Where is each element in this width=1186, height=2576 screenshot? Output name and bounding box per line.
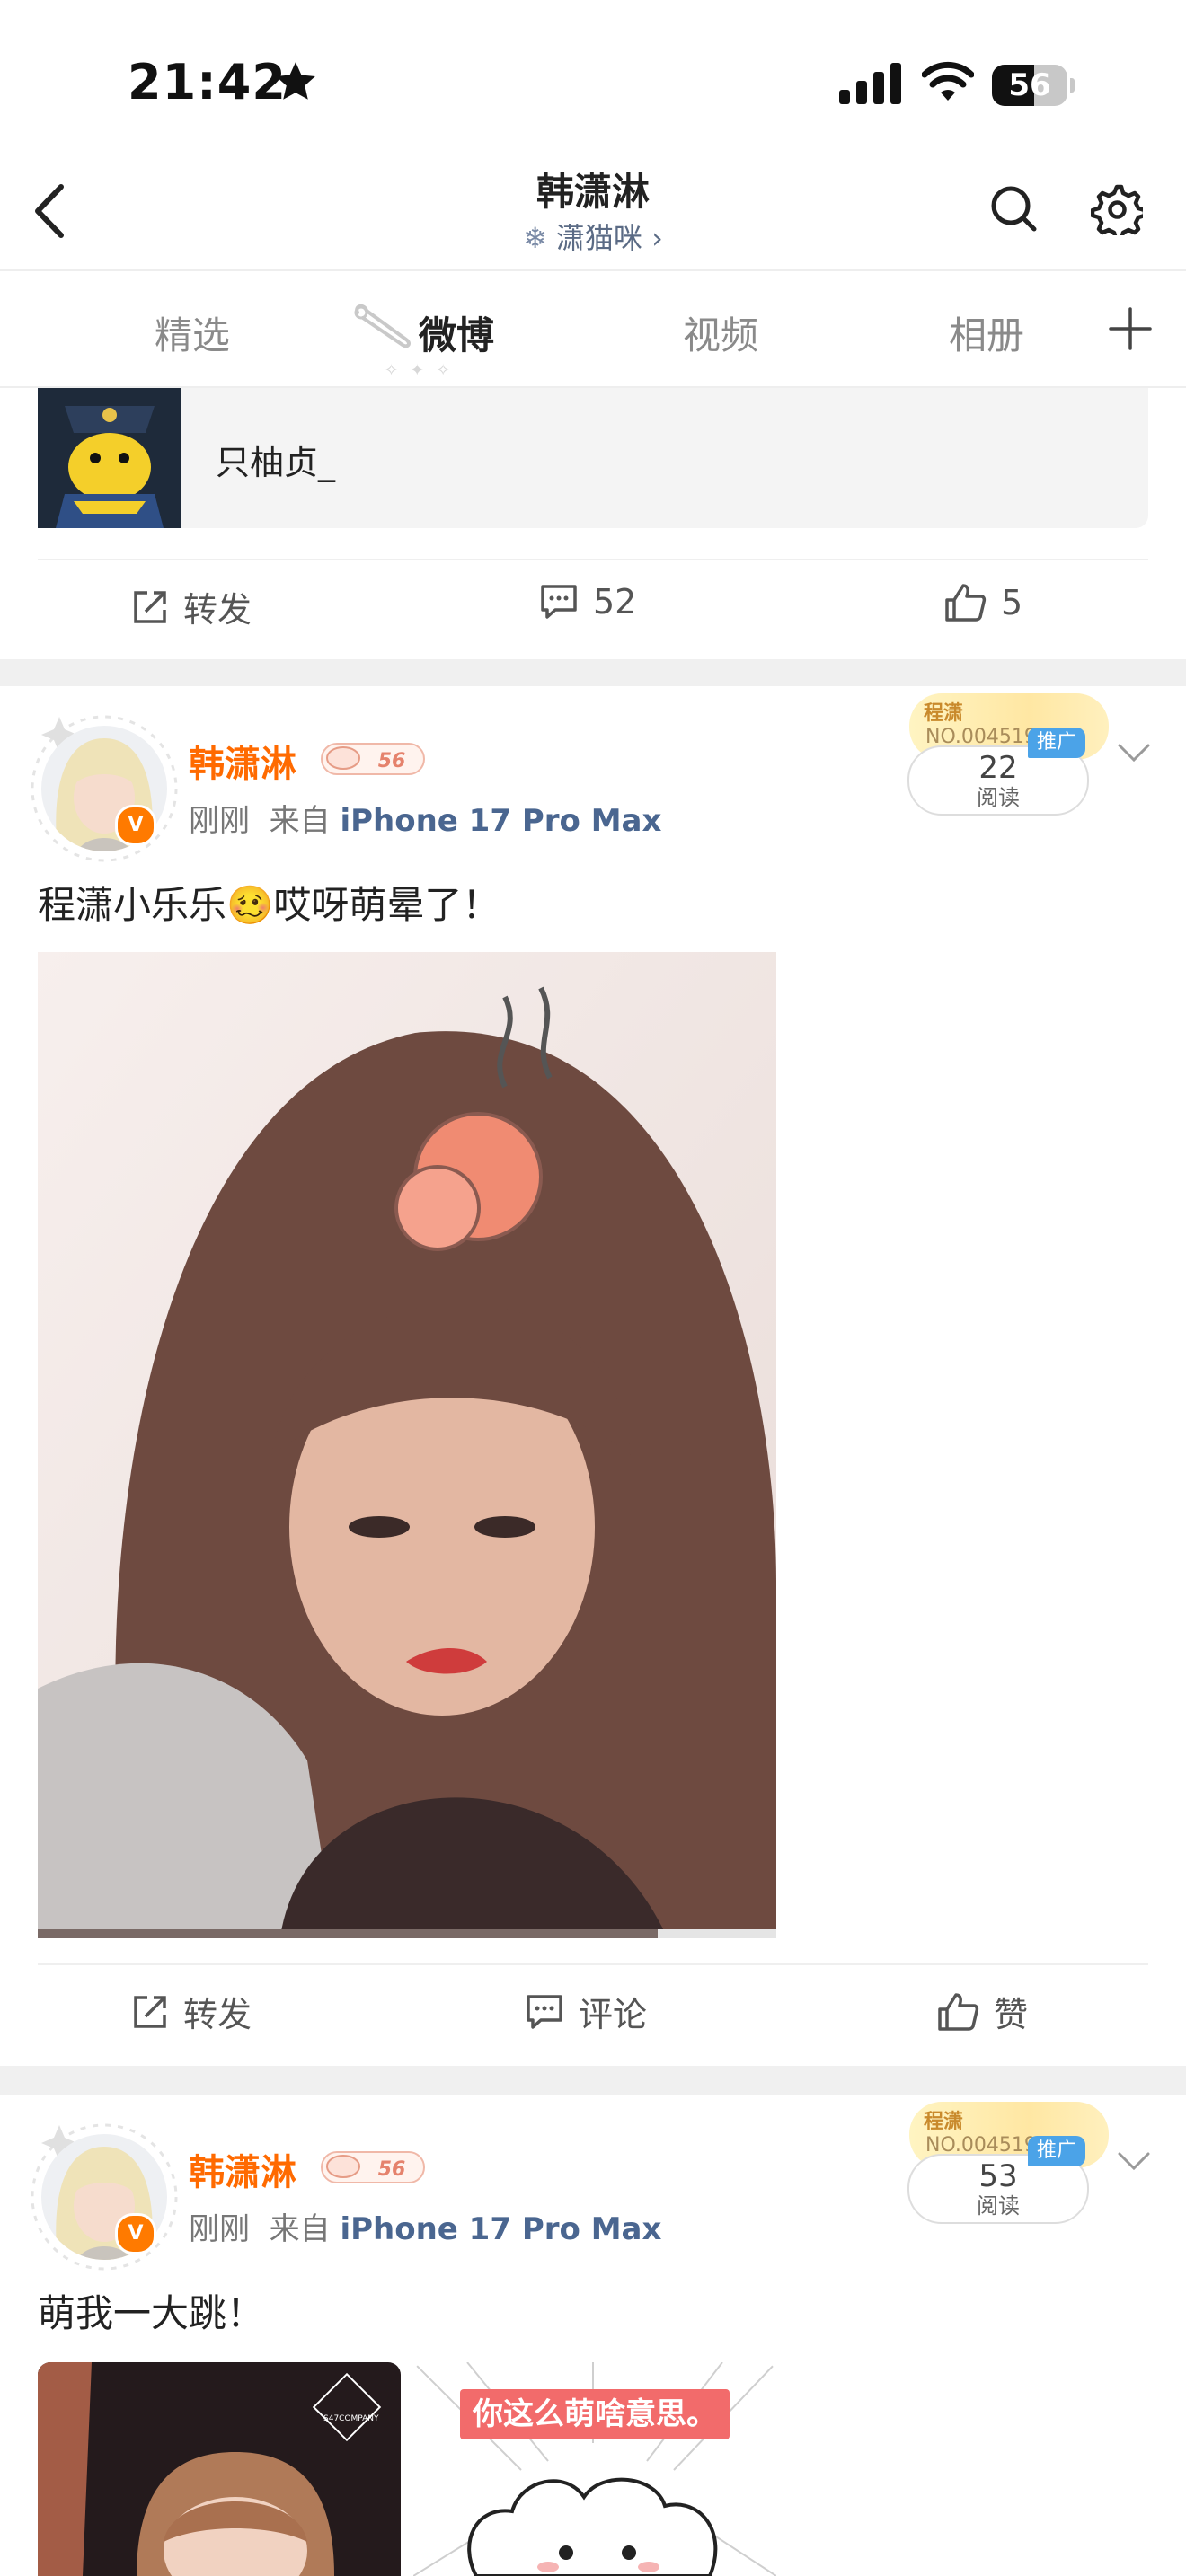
thumbs-up-icon [945,584,987,622]
tab-album[interactable]: 相册 [949,305,1024,360]
fan-card-title: 程潇 [924,2111,964,2133]
fan-card-title: 程潇 [924,702,964,725]
promote-badge[interactable]: 推广 [1028,728,1085,758]
post-text: 萌我一大跳！ [38,2291,265,2335]
post-text-part2: 哎呀萌晕了！ [273,883,500,927]
post-photo-2[interactable]: 你这么萌啥意思。 [413,2362,776,2576]
verified-badge-icon: V [115,2213,156,2254]
post-username[interactable]: 韩潇淋 [189,2143,296,2195]
reposted-card[interactable] [38,388,1148,528]
repost-button[interactable]: 转发 [131,582,252,631]
company-logo-text: S47COMPANY [323,2414,379,2423]
post-source-prefix: 来自 [269,2211,331,2247]
star-icon [276,62,315,100]
fan-level-badge-icon: 56 [321,743,425,775]
comment-icon [541,585,577,619]
subtitle-text: 潇猫咪 [555,221,642,255]
share-icon [134,1995,166,2028]
post-source[interactable]: iPhone 17 Pro Max [340,2211,661,2247]
post-divider [38,559,1148,560]
repost-label: 转发 [183,1995,252,2034]
wifi-icon [922,61,974,101]
read-label: 阅读 [977,2193,1020,2219]
tab-weibo[interactable]: 微博 [419,305,494,360]
thumbs-up-icon [938,1992,979,2031]
verified-badge-icon: V [115,805,156,846]
post-meta: 刚刚 来自 iPhone 17 Pro Max [189,796,661,840]
safety-pin-icon [354,304,411,348]
feed-gap [0,2066,1186,2095]
fan-level-number: 56 [378,2158,406,2181]
share-icon [134,590,166,623]
post-photo-1[interactable]: S47COMPANY [38,2362,401,2576]
chevron-down-icon[interactable] [1116,2148,1152,2174]
video-progress-fill [38,1929,659,1938]
like-label: 赞 [994,1995,1029,2034]
tab-featured[interactable]: 精选 [155,305,230,360]
signal-icon [839,63,901,104]
post-text-part1: 程潇小乐乐 [38,883,227,927]
police-mascot-avatar [38,388,181,528]
header-divider [0,269,1186,271]
battery-level: 56 [1008,67,1051,103]
chevron-right-icon: › [651,221,663,255]
status-time: 21:42 [128,54,287,110]
repost-label: 转发 [183,590,252,630]
post-photo[interactable] [38,952,776,1936]
battery-icon: 56 [992,65,1075,106]
search-icon[interactable] [988,183,1039,234]
plus-icon[interactable] [1107,305,1154,352]
gear-icon[interactable] [1091,183,1143,235]
post-divider [38,1963,1148,1965]
comment-icon [527,1994,562,2029]
read-label: 阅读 [977,785,1020,810]
feed-gap [0,659,1186,686]
meme-caption: 你这么萌啥意思。 [460,2389,730,2439]
comment-label: 评论 [579,1995,648,2034]
fan-level-number: 56 [378,750,406,772]
tab-sparkle-decoration: ✧ ✦ ✧ [385,361,454,380]
post-time: 刚刚 [189,803,250,839]
video-progress-bar[interactable] [38,1929,776,1938]
reposted-card-username: 只柚贞_ [216,443,336,482]
photo-girl-image [38,2362,401,2576]
post-source-prefix: 来自 [269,803,331,839]
comment-button[interactable]: 评论 [525,1987,647,2036]
chevron-down-icon[interactable] [1116,740,1152,765]
like-button[interactable]: 赞 [936,1987,1028,2036]
snowflake-icon: ❄ [523,221,547,255]
tab-video[interactable]: 视频 [683,305,758,360]
promote-badge[interactable]: 推广 [1028,2136,1085,2166]
comment-count: 52 [593,582,637,622]
like-count: 5 [1001,583,1023,622]
post-username[interactable]: 韩潇淋 [189,735,296,787]
comment-button[interactable]: 52 [539,582,636,622]
post-source[interactable]: iPhone 17 Pro Max [340,803,661,839]
dizzy-face-emoji-icon: 🥴 [226,883,274,927]
post-meta: 刚刚 来自 iPhone 17 Pro Max [189,2204,661,2248]
repost-button[interactable]: 转发 [131,1987,252,2036]
post-text: 程潇小乐乐🥴哎呀萌晕了！ [38,875,500,930]
post-time: 刚刚 [189,2211,250,2247]
like-button[interactable]: 5 [943,582,1022,623]
fan-level-badge-icon: 56 [321,2151,425,2183]
